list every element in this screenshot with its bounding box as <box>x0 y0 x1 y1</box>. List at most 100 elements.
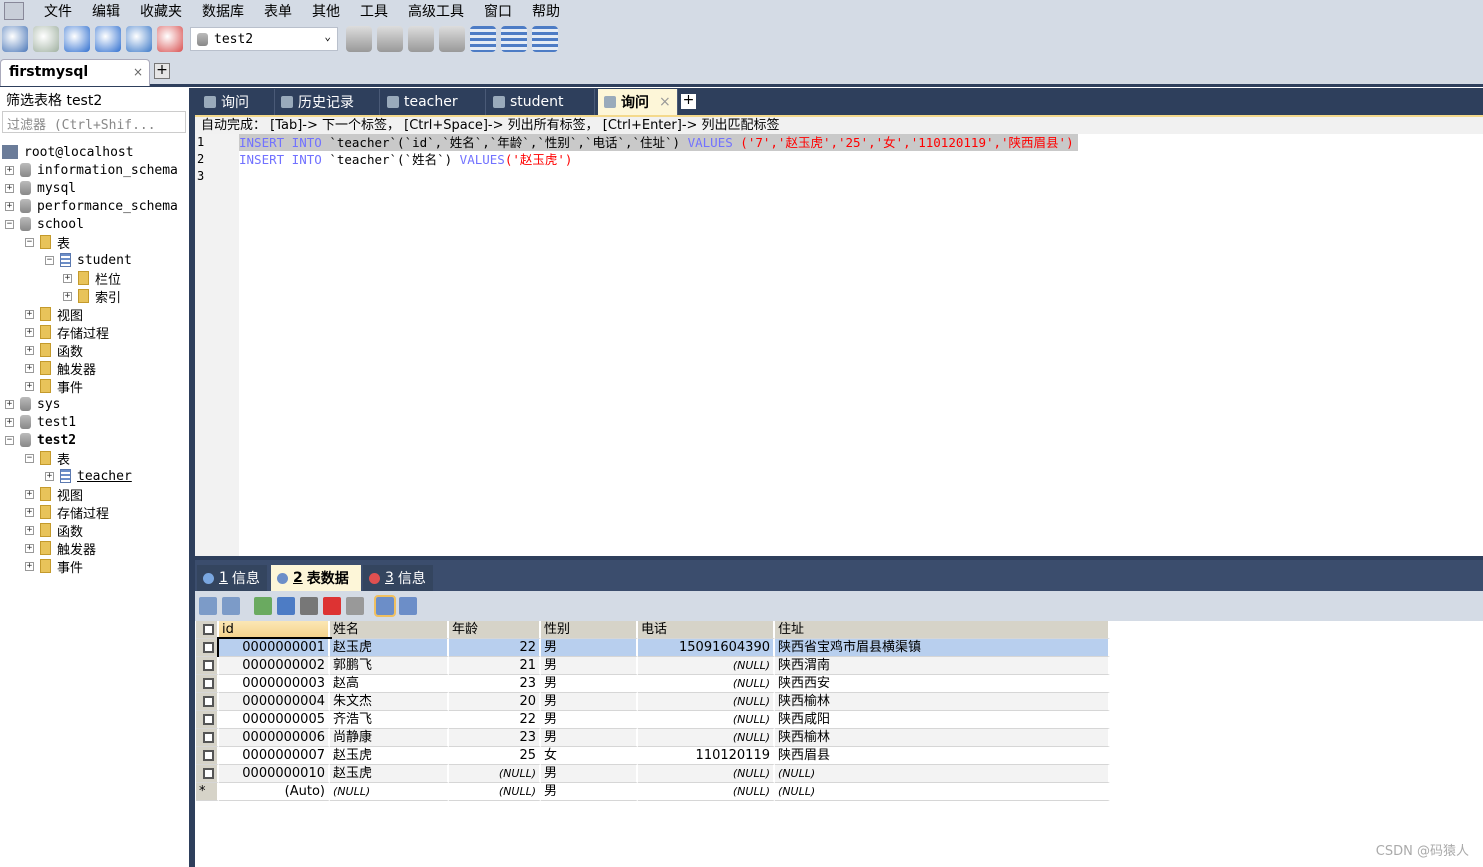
cell-住址[interactable]: 陕西榆林 <box>775 729 1110 747</box>
table-row[interactable]: 0000000007 赵玉虎 25 女 110120119 陕西眉县 <box>196 747 1110 765</box>
tree-item-mysql[interactable]: + mysql <box>5 179 76 197</box>
column-header-姓名[interactable]: 姓名 <box>330 621 449 639</box>
table-row[interactable]: 0000000010 赵玉虎 (NULL) 男 (NULL) (NULL) <box>196 765 1110 783</box>
tree-item-test2[interactable]: − test2 <box>5 431 76 449</box>
sql-editor[interactable]: 1 2 3 INSERT INTO `teacher`(`id`,`姓名`,`年龄`… <box>195 134 1483 556</box>
cancel-icon[interactable] <box>346 597 364 615</box>
result-tab-2[interactable]: 3 信息 <box>363 565 433 591</box>
cell-电话[interactable]: (NULL) <box>638 675 775 693</box>
tree-item-student[interactable]: − student <box>45 251 132 269</box>
add-editor-tab-button[interactable]: + <box>681 93 696 109</box>
row-selector[interactable] <box>196 693 219 711</box>
new-query-icon[interactable] <box>33 26 59 52</box>
result-tab-0[interactable]: 1 信息 <box>197 565 267 591</box>
row-checkbox[interactable] <box>203 714 214 725</box>
cell-id[interactable]: 0000000005 <box>219 711 330 729</box>
save-icon[interactable] <box>300 597 318 615</box>
expand-icon[interactable]: + <box>5 165 14 175</box>
user-manager-icon[interactable] <box>346 26 372 52</box>
code-line[interactable]: INSERT INTO `teacher`(`id`,`姓名`,`年龄`,`性别… <box>239 134 1078 151</box>
execute-icon[interactable] <box>64 26 90 52</box>
tree-item-school[interactable]: − school <box>5 215 84 233</box>
cell-年龄[interactable]: 23 <box>449 729 541 747</box>
tree-item-information_schema[interactable]: + information_schema <box>5 161 178 179</box>
expand-icon[interactable]: + <box>5 183 14 193</box>
row-selector[interactable]: * <box>196 783 219 801</box>
expand-icon[interactable]: + <box>25 309 34 319</box>
expand-icon[interactable]: + <box>25 363 34 373</box>
column-header-住址[interactable]: 住址 <box>775 621 1110 639</box>
cell-id[interactable]: 0000000007 <box>219 747 330 765</box>
tree-item-事件[interactable]: + 事件 <box>25 377 83 396</box>
tree-item-sys[interactable]: + sys <box>5 395 60 413</box>
cell-年龄[interactable]: 21 <box>449 657 541 675</box>
tree-item-触发器[interactable]: + 触发器 <box>25 359 96 378</box>
menu-item-5[interactable]: 其他 <box>312 1 340 21</box>
execute-all-icon[interactable] <box>95 26 121 52</box>
cell-住址[interactable]: 陕西咸阳 <box>775 711 1110 729</box>
expand-icon[interactable]: + <box>25 525 34 535</box>
cell-id[interactable]: 0000000002 <box>219 657 330 675</box>
column-header-年龄[interactable]: 年龄 <box>449 621 541 639</box>
table-row[interactable]: * (Auto) (NULL) (NULL) 男 (NULL) (NULL) <box>196 783 1110 801</box>
filter-input[interactable]: 过滤器 (Ctrl+Shif... <box>2 111 186 133</box>
cell-姓名[interactable]: 赵高 <box>330 675 449 693</box>
cell-年龄[interactable]: 22 <box>449 639 541 657</box>
cell-性别[interactable]: 男 <box>541 639 638 657</box>
tree-item-栏位[interactable]: + 栏位 <box>63 269 121 288</box>
cell-姓名[interactable]: 赵玉虎 <box>330 747 449 765</box>
cell-年龄[interactable]: 20 <box>449 693 541 711</box>
row-selector[interactable] <box>196 765 219 783</box>
column-header-性别[interactable]: 性别 <box>541 621 638 639</box>
cell-性别[interactable]: 男 <box>541 693 638 711</box>
cell-性别[interactable]: 男 <box>541 783 638 801</box>
select-all-checkbox[interactable] <box>196 621 219 639</box>
cell-性别[interactable]: 男 <box>541 729 638 747</box>
expand-icon[interactable]: + <box>25 507 34 517</box>
row-checkbox[interactable] <box>203 660 214 671</box>
table-row[interactable]: 0000000003 赵高 23 男 (NULL) 陕西西安 <box>196 675 1110 693</box>
collapse-icon[interactable]: − <box>5 435 14 445</box>
cell-电话[interactable]: (NULL) <box>638 711 775 729</box>
schema-designer-icon[interactable] <box>157 26 183 52</box>
cell-住址[interactable]: 陕西西安 <box>775 675 1110 693</box>
tree-item-存储过程[interactable]: + 存储过程 <box>25 323 109 342</box>
cell-姓名[interactable]: 赵玉虎 <box>330 639 449 657</box>
cell-姓名[interactable]: 赵玉虎 <box>330 765 449 783</box>
cell-电话[interactable]: 15091604390 <box>638 639 775 657</box>
expand-icon[interactable]: + <box>25 543 34 553</box>
cell-姓名[interactable]: 朱文杰 <box>330 693 449 711</box>
grid-header[interactable]: id 姓名 年龄 性别 电话 住址 <box>196 621 1110 639</box>
cell-年龄[interactable]: 23 <box>449 675 541 693</box>
cell-姓名[interactable]: 郭鹏飞 <box>330 657 449 675</box>
cell-住址[interactable]: (NULL) <box>775 765 1110 783</box>
cell-住址[interactable]: 陕西渭南 <box>775 657 1110 675</box>
text-view-icon[interactable] <box>399 597 417 615</box>
cell-性别[interactable]: 男 <box>541 711 638 729</box>
grid-view-icon[interactable] <box>374 595 396 617</box>
table-row[interactable]: 0000000005 齐浩飞 22 男 (NULL) 陕西咸阳 <box>196 711 1110 729</box>
row-selector[interactable] <box>196 729 219 747</box>
menu-item-6[interactable]: 工具 <box>360 1 388 21</box>
tree-item-存储过程[interactable]: + 存储过程 <box>25 503 109 522</box>
collapse-icon[interactable]: − <box>45 255 54 265</box>
expand-icon[interactable]: + <box>25 489 34 499</box>
cell-性别[interactable]: 男 <box>541 657 638 675</box>
row-selector[interactable] <box>196 747 219 765</box>
cell-住址[interactable]: 陕西眉县 <box>775 747 1110 765</box>
menu-item-3[interactable]: 数据库 <box>202 1 244 21</box>
tree-item-函数[interactable]: + 函数 <box>25 521 83 540</box>
expand-icon[interactable]: + <box>5 399 14 409</box>
cell-id[interactable]: (Auto) <box>219 783 330 801</box>
expand-icon[interactable]: + <box>25 561 34 571</box>
cell-电话[interactable]: (NULL) <box>638 729 775 747</box>
row-checkbox[interactable] <box>203 696 214 707</box>
tree-item-root@localhost[interactable]: root@localhost <box>2 143 134 161</box>
tree-item-索引[interactable]: + 索引 <box>63 287 121 306</box>
expand-icon[interactable]: + <box>25 381 34 391</box>
checkbox[interactable] <box>203 624 214 635</box>
add-row-icon[interactable] <box>254 597 272 615</box>
menu-item-4[interactable]: 表单 <box>264 1 292 21</box>
row-checkbox[interactable] <box>203 750 214 761</box>
menu-item-0[interactable]: 文件 <box>44 1 72 21</box>
